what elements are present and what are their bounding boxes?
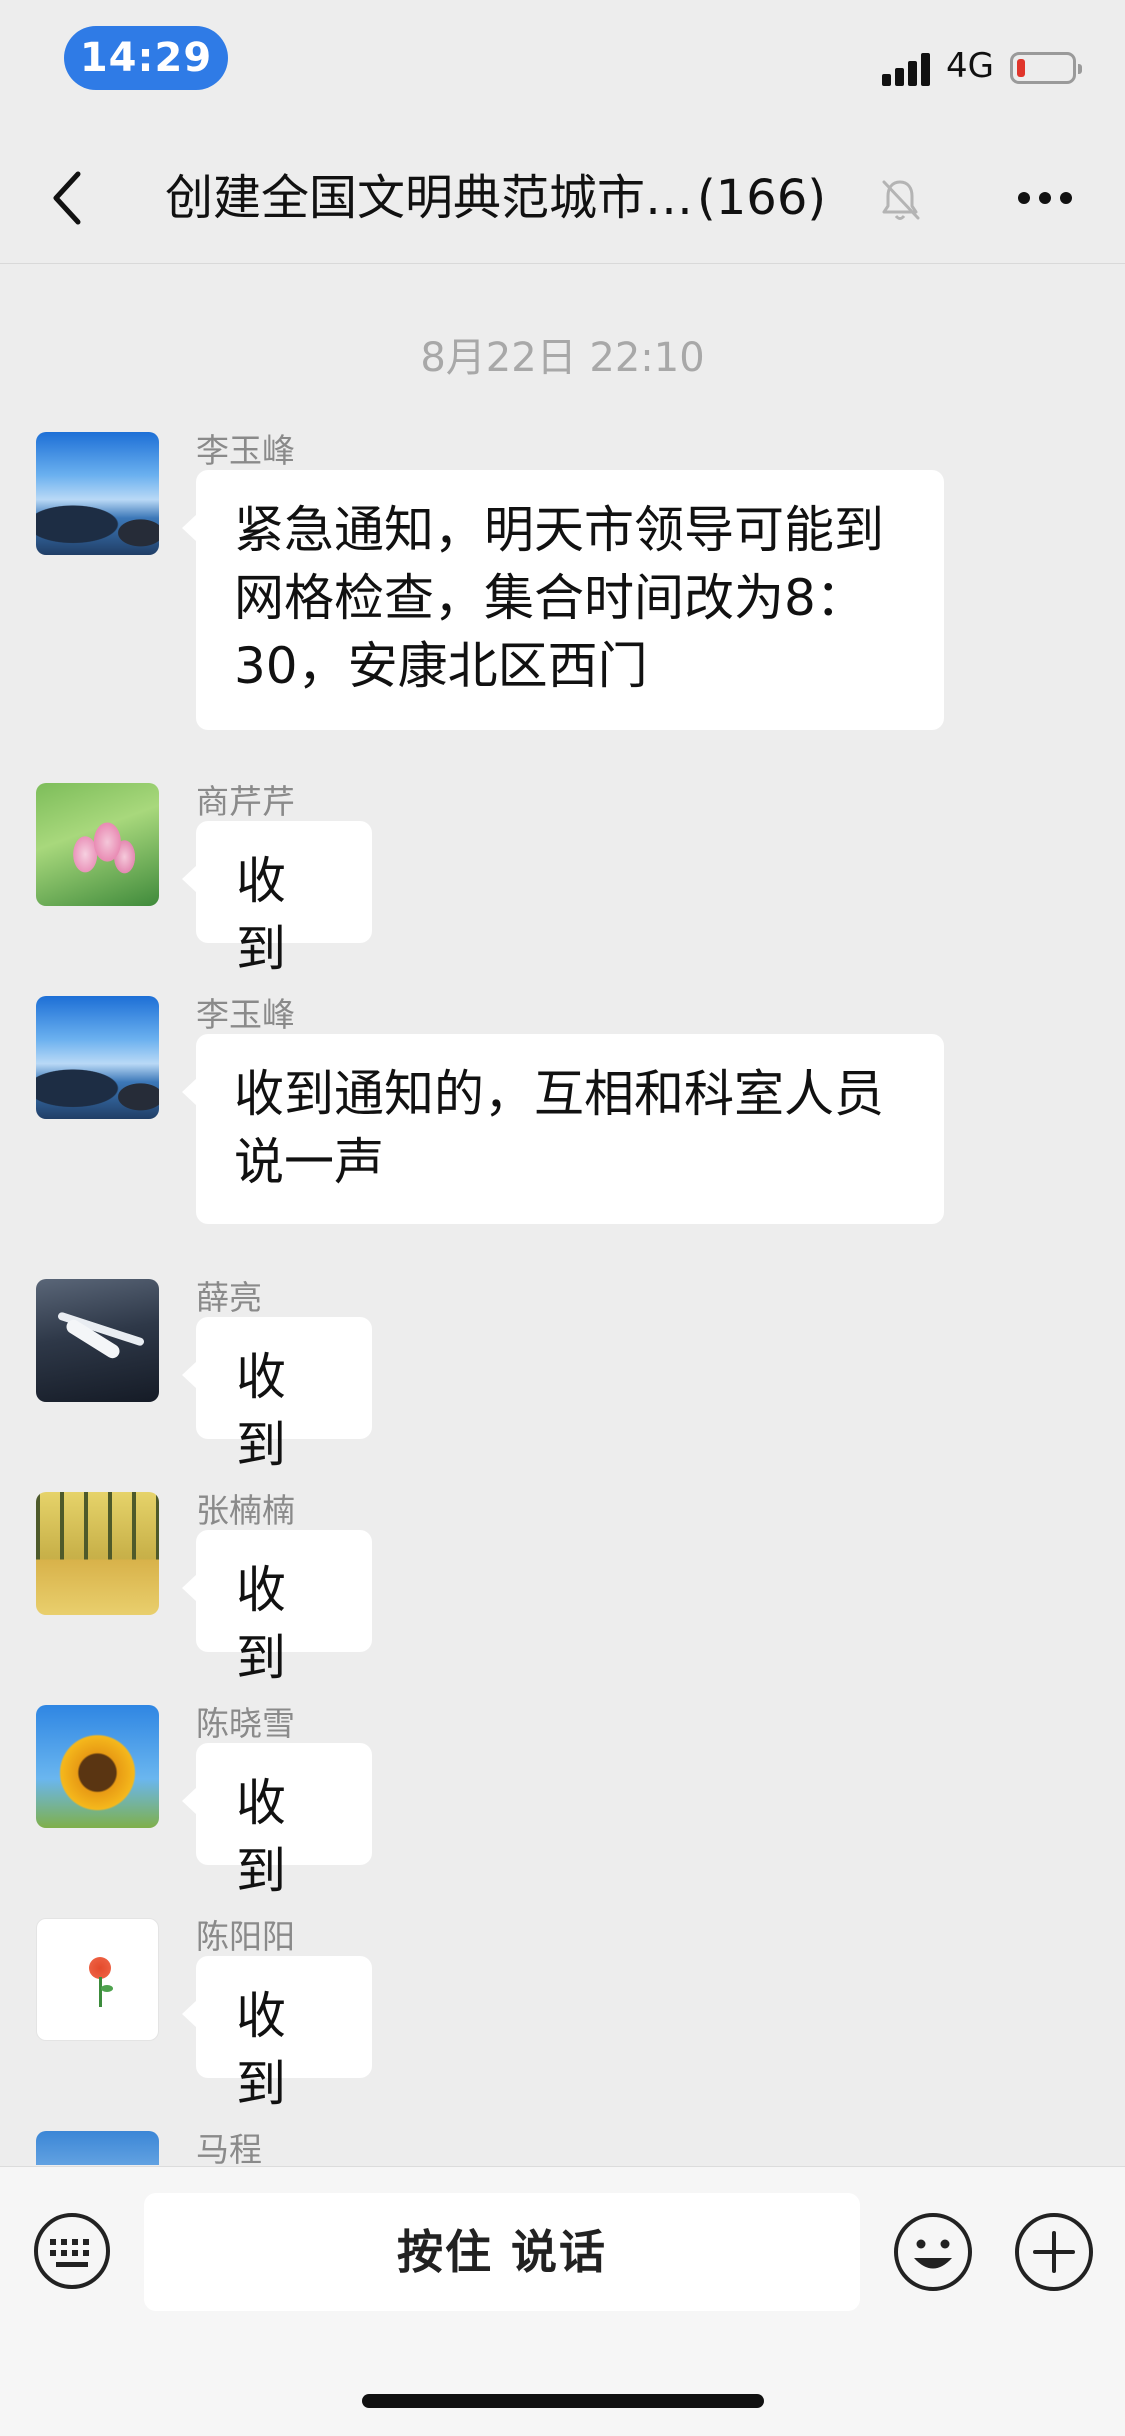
keyboard-icon bbox=[34, 2213, 110, 2289]
sender-name: 李玉峰 bbox=[196, 995, 295, 1034]
sender-avatar[interactable] bbox=[36, 1705, 159, 1828]
sender-name: 张楠楠 bbox=[196, 1491, 295, 1530]
emoji-button[interactable] bbox=[892, 2211, 974, 2293]
plus-icon bbox=[1015, 2213, 1093, 2291]
sender-avatar[interactable] bbox=[36, 2131, 159, 2165]
message-bubble[interactable]: 收到 bbox=[182, 821, 372, 978]
hold-to-talk-button[interactable]: 按住 说话 bbox=[144, 2193, 860, 2311]
nav-bar: 创建全国文明典范城市…(166) bbox=[0, 132, 1125, 264]
sender-name: 陈阳阳 bbox=[196, 1917, 295, 1956]
cellular-signal-icon bbox=[882, 52, 934, 86]
chat-messages[interactable]: 8月22日 22:10 李玉峰 紧急通知，明天市领导可能到网格检查，集合时间改为… bbox=[0, 265, 1125, 2165]
member-count: (166) bbox=[697, 170, 827, 226]
sender-avatar[interactable] bbox=[36, 1918, 159, 2041]
keyboard-toggle-button[interactable] bbox=[32, 2211, 112, 2291]
rose-icon bbox=[89, 1957, 111, 1979]
sender-avatar[interactable] bbox=[36, 1492, 159, 1615]
sender-name: 李玉峰 bbox=[196, 431, 295, 470]
message-bubble[interactable]: 紧急通知，明天市领导可能到网格检查，集合时间改为8：30，安康北区西门 bbox=[182, 470, 944, 730]
bell-off-icon bbox=[878, 176, 922, 224]
home-indicator[interactable] bbox=[362, 2394, 764, 2408]
message-timestamp: 8月22日 22:10 bbox=[420, 335, 705, 381]
emoji-icon bbox=[894, 2213, 972, 2291]
chat-title: 创建全国文明典范城市…(166) bbox=[165, 160, 885, 236]
more-dots-icon bbox=[1018, 192, 1072, 204]
back-button[interactable] bbox=[36, 162, 108, 234]
rose-stem bbox=[99, 1977, 102, 2007]
battery-icon bbox=[1010, 52, 1082, 84]
group-name: 创建全国文明典范城市… bbox=[165, 170, 694, 226]
status-bar: 14:29 4G bbox=[0, 0, 1125, 132]
sender-avatar[interactable] bbox=[36, 432, 159, 555]
sender-name: 薛亮 bbox=[196, 1278, 262, 1317]
sender-avatar[interactable] bbox=[36, 1279, 159, 1402]
status-time: 14:29 bbox=[64, 26, 228, 90]
message-bubble[interactable]: 收到通知的，互相和科室人员说一声 bbox=[182, 1034, 944, 1224]
battery-level bbox=[1017, 59, 1025, 77]
sender-name: 商芹芹 bbox=[196, 782, 295, 821]
message-bubble[interactable]: 收到 bbox=[182, 1317, 372, 1474]
message-bubble[interactable]: 收到 bbox=[182, 1530, 372, 1687]
message-bubble[interactable]: 收到 bbox=[182, 1743, 372, 1900]
more-options-button[interactable] bbox=[1000, 162, 1090, 234]
sender-avatar[interactable] bbox=[36, 996, 159, 1119]
rose-leaf bbox=[101, 1985, 113, 1992]
sender-avatar[interactable] bbox=[36, 783, 159, 906]
network-type: 4G bbox=[946, 46, 994, 86]
chevron-left-icon bbox=[53, 171, 81, 225]
sender-name: 陈晓雪 bbox=[196, 1704, 295, 1743]
more-functions-button[interactable] bbox=[1013, 2211, 1095, 2293]
message-bubble[interactable]: 收到 bbox=[182, 1956, 372, 2113]
sender-name: 马程 bbox=[196, 2130, 262, 2165]
